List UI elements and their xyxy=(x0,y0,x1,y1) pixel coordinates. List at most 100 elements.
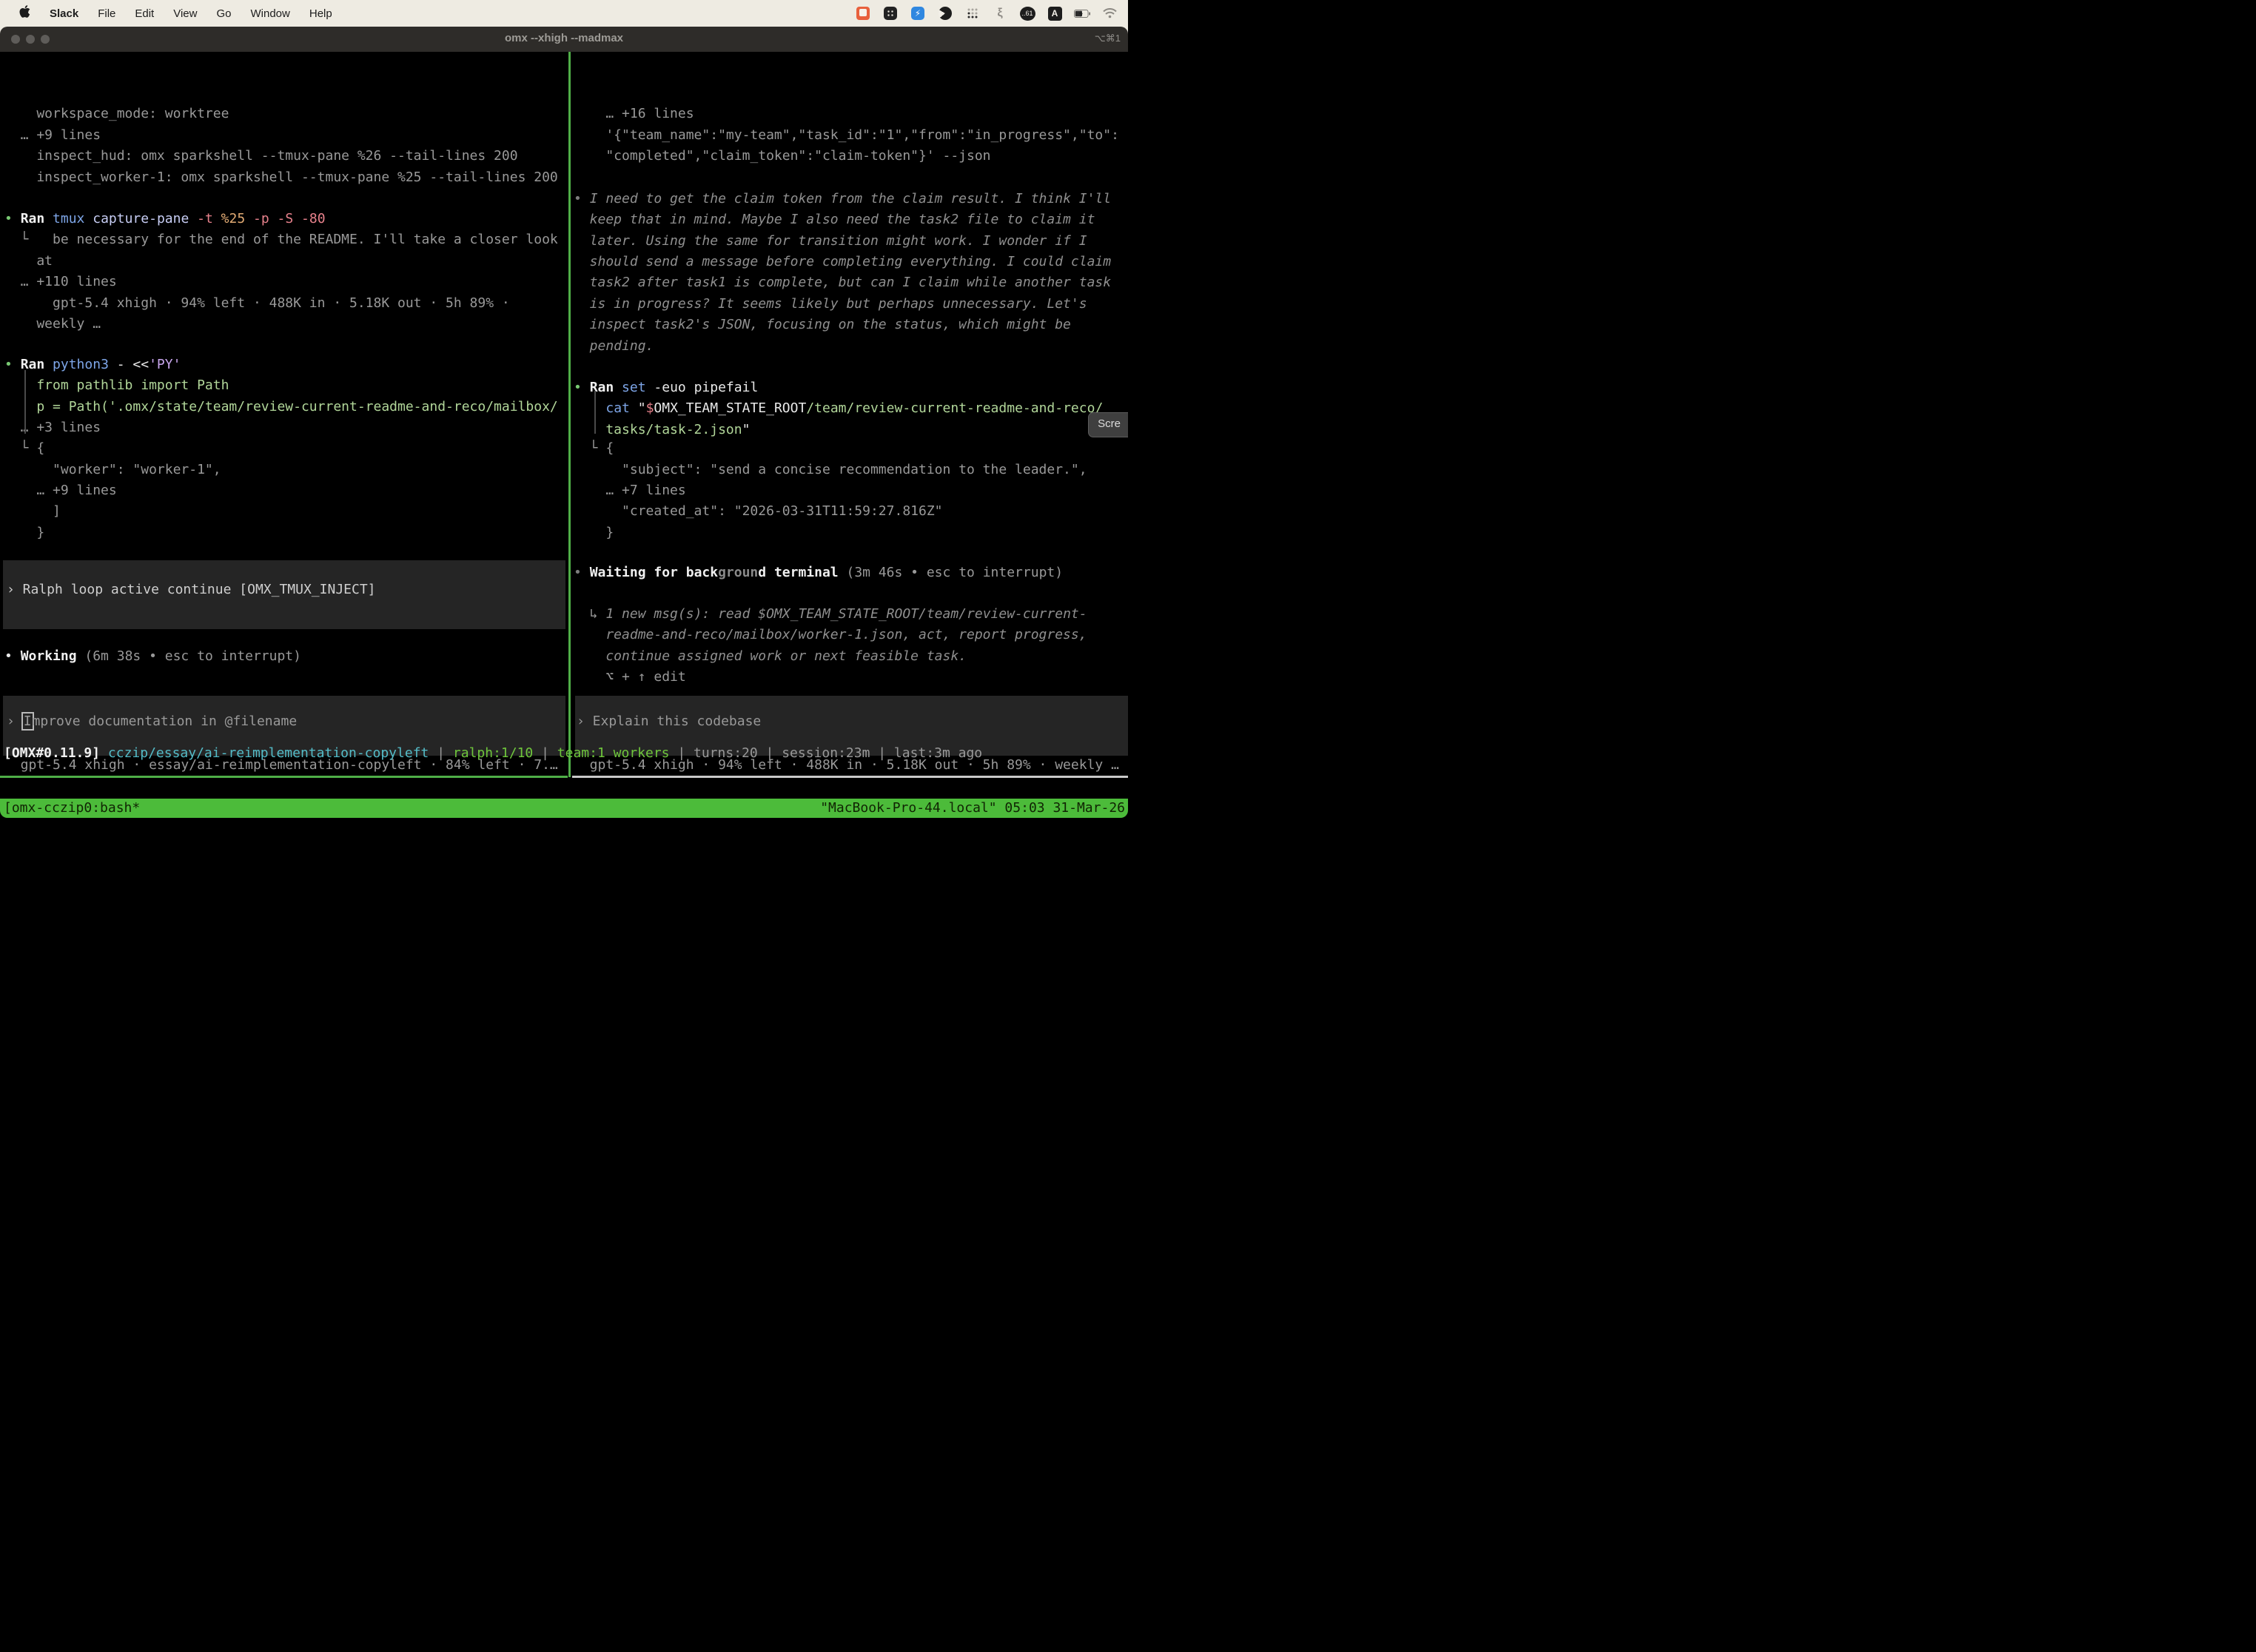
terminal-text-segment: • xyxy=(574,191,590,206)
terminal-text-segment: from pathlib import Path xyxy=(4,377,229,393)
terminal-text-segment xyxy=(44,357,53,372)
menu-item-edit[interactable]: Edit xyxy=(135,7,154,20)
terminal-line: weekly … xyxy=(4,314,101,335)
menu-item-go[interactable]: Go xyxy=(216,7,231,20)
terminal-line: } xyxy=(574,523,614,543)
screen-tooltip: Scre xyxy=(1088,412,1128,437)
screen-sharing-icon[interactable] xyxy=(855,5,871,21)
terminal-line: • Ran tmux capture-pane -t %25 -p -S -80 xyxy=(4,209,326,229)
terminal-text-segment: /team/review-current-readme-and-reco/ xyxy=(806,400,1103,416)
terminal: workspace_mode: worktree … +9 lines insp… xyxy=(0,52,1128,799)
terminal-line: from pathlib import Path xyxy=(4,375,229,396)
terminal-text-segment: gpt-5.4 xhigh · 94% left · 488K in · 5.1… xyxy=(4,295,510,311)
terminal-text-segment: Ran xyxy=(21,211,45,226)
terminal-line: at xyxy=(4,251,53,272)
terminal-text-segment: %25 xyxy=(213,211,245,226)
terminal-line: readme-and-reco/mailbox/worker-1.json, a… xyxy=(574,625,1087,645)
badge-61-icon[interactable]: ..61 xyxy=(1019,5,1035,21)
terminal-text-segment: inspect_hud: omx sparkshell --tmux-pane … xyxy=(4,148,518,164)
menu-item-window[interactable]: Window xyxy=(251,7,290,20)
terminal-text-segment: › xyxy=(7,713,23,729)
terminal-text-segment: - << xyxy=(109,357,149,372)
window-title-bar: omx --xhigh --madmax ⌥⌘1 xyxy=(0,27,1128,52)
terminal-line: "subject": "send a concise recommendatio… xyxy=(574,460,1087,480)
pie-chart-icon[interactable] xyxy=(937,5,953,21)
terminal-text-segment: "completed","claim_token":"claim-token"}… xyxy=(574,148,991,164)
terminal-text-segment: ↳ xyxy=(574,606,605,622)
terminal-line: is in progress? It seems likely but perh… xyxy=(574,294,1087,315)
tool-output-tree-line xyxy=(594,391,596,434)
terminal-text-segment: | turns:20 | session:23m | last:3m ago xyxy=(670,745,983,761)
keypad-shield-icon[interactable] xyxy=(882,5,899,21)
terminal-text-segment: p = Path('.omx/state/team/review-current… xyxy=(4,399,558,414)
terminal-text-segment: cat xyxy=(605,400,630,416)
tool-output-tree-line xyxy=(24,370,26,434)
terminal-text-segment: "worker": "worker-1", xyxy=(4,462,221,477)
terminal-text-segment: OMX_TEAM_STATE_ROOT xyxy=(654,400,806,416)
menu-bar: Slack File Edit View Go Window Help ⚡ ξ … xyxy=(0,0,1128,27)
menu-item-view[interactable]: View xyxy=(173,7,197,20)
terminal-line: inspect_worker-1: omx sparkshell --tmux-… xyxy=(4,167,558,188)
terminal-text-segment: inspect task2's JSON, focusing on the st… xyxy=(574,317,1071,332)
menu-item-help[interactable]: Help xyxy=(309,7,332,20)
terminal-text-segment: Waiting for back xyxy=(590,565,718,580)
terminal-line: ] xyxy=(4,501,61,522)
squiggle-icon[interactable]: ξ xyxy=(992,5,1008,21)
battery-icon[interactable] xyxy=(1074,5,1090,21)
terminal-line: should send a message before completing … xyxy=(574,252,1111,272)
terminal-text-segment: tasks/task-2.json xyxy=(574,422,742,437)
network-bolt-icon[interactable]: ⚡ xyxy=(910,5,926,21)
terminal-text-segment: • xyxy=(4,648,21,664)
omx-status-row: [OMX#0.11.9] cczip/essay/ai-reimplementa… xyxy=(4,743,982,764)
terminal-line: • I need to get the claim token from the… xyxy=(574,189,1111,209)
active-app-menu[interactable]: Slack xyxy=(50,7,78,20)
terminal-text-segment: (6m 38s • esc to interrupt) xyxy=(77,648,301,664)
ralph-loop-banner: › Ralph loop active continue [OMX_TMUX_I… xyxy=(3,560,565,629)
terminal-text-segment: … +3 lines xyxy=(4,420,101,435)
terminal-text-segment: -euo pipefail xyxy=(646,380,759,395)
terminal-text-segment xyxy=(100,745,108,761)
terminal-text-segment: '{"team_name":"my-team","task_id":"1","f… xyxy=(574,127,1119,143)
terminal-text-segment: | xyxy=(533,745,557,761)
terminal-line: "worker": "worker-1", xyxy=(4,460,221,480)
terminal-text-segment: (3m 46s • esc to interrupt) xyxy=(839,565,1063,580)
terminal-text-segment xyxy=(44,211,53,226)
terminal-text-segment: keep that in mind. Maybe I also need the… xyxy=(574,212,1095,227)
terminal-text-segment: • xyxy=(4,211,21,226)
window-shortcut-hint: ⌥⌘1 xyxy=(1095,33,1121,44)
apple-menu-icon[interactable] xyxy=(19,5,30,21)
terminal-line: … +7 lines xyxy=(574,480,686,501)
input-source-icon[interactable]: A xyxy=(1047,5,1063,21)
terminal-text-segment: Working xyxy=(21,648,77,664)
terminal-text-segment: 1 new msg(s): read $OMX_TEAM_STATE_ROOT/… xyxy=(605,606,1087,622)
terminal-line: cat "$OMX_TEAM_STATE_ROOT/team/review-cu… xyxy=(574,398,1103,419)
terminal-line: … +3 lines xyxy=(4,417,101,438)
terminal-line: • Ran set -euo pipefail xyxy=(574,377,758,398)
terminal-line: › Improve documentation in @filename xyxy=(7,711,297,732)
terminal-text-segment: "subject": "send a concise recommendatio… xyxy=(574,462,1087,477)
terminal-text-segment: continue assigned work or next feasible … xyxy=(574,648,967,664)
wifi-icon[interactable] xyxy=(1101,5,1118,21)
dots-grid-icon[interactable] xyxy=(964,5,981,21)
pane-divider[interactable] xyxy=(568,52,571,777)
terminal-line: • Ran python3 - <<'PY' xyxy=(4,355,181,375)
terminal-text-segment: ralph:1/10 xyxy=(453,745,533,761)
terminal-line: } xyxy=(4,523,44,543)
terminal-text-segment: cczip/essay/ai-reimplementation-copyleft xyxy=(108,745,429,761)
terminal-text-segment: ⌥ + ↑ edit xyxy=(574,669,686,685)
tmux-status-bar: [omx-cczip0:bash* "MacBook-Pro-44.local"… xyxy=(0,799,1128,818)
terminal-line: p = Path('.omx/state/team/review-current… xyxy=(4,397,558,417)
terminal-line: inspect_hud: omx sparkshell --tmux-pane … xyxy=(4,146,518,167)
terminal-line: └ be necessary for the end of the README… xyxy=(4,229,558,250)
terminal-line: … +110 lines xyxy=(4,272,117,292)
terminal-text-segment: mprove documentation in @filename xyxy=(33,713,298,729)
terminal-text-segment: "created_at": "2026-03-31T11:59:27.816Z" xyxy=(574,503,943,519)
menu-item-file[interactable]: File xyxy=(98,7,115,20)
terminal-line: └ { xyxy=(4,438,44,459)
right-agent-pane: … +16 lines '{"team_name":"my-team","tas… xyxy=(572,52,1128,777)
terminal-text-segment: weekly … xyxy=(4,316,101,332)
terminal-line: workspace_mode: worktree xyxy=(4,104,229,124)
terminal-text-segment: at xyxy=(4,253,53,269)
terminal-line: "created_at": "2026-03-31T11:59:27.816Z" xyxy=(574,501,943,522)
terminal-text-segment: groun xyxy=(718,565,758,580)
